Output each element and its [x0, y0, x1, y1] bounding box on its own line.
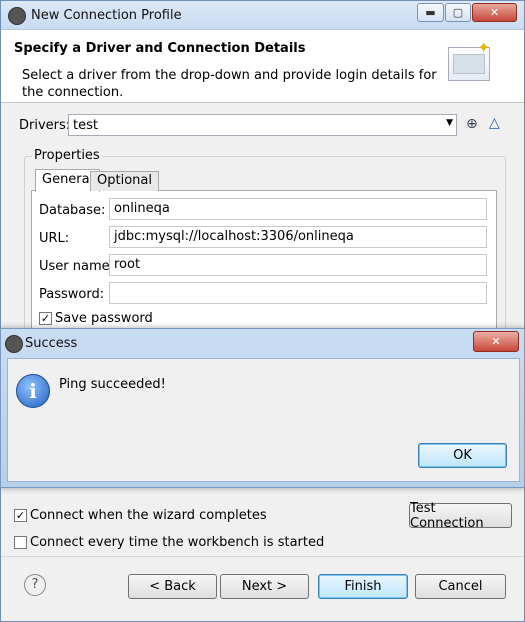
- drivers-label: Drivers:: [19, 118, 71, 133]
- url-field[interactable]: jdbc:mysql://localhost:3306/onlineqa: [109, 226, 487, 248]
- database-field[interactable]: onlineqa: [109, 198, 487, 220]
- close-button[interactable]: ✕: [472, 3, 517, 22]
- cancel-button[interactable]: Cancel: [415, 574, 506, 599]
- dialog-title-bar[interactable]: Success ✕: [1, 329, 524, 357]
- save-password-label: Save password: [55, 311, 153, 326]
- connect-on-complete-checkbox[interactable]: ✓: [14, 509, 27, 522]
- new-driver-icon[interactable]: ⊕: [466, 116, 478, 132]
- footer-divider: [1, 556, 524, 557]
- back-button[interactable]: < Back: [128, 574, 217, 599]
- maximize-button[interactable]: ▢: [445, 3, 471, 22]
- wizard-title: Specify a Driver and Connection Details: [14, 41, 306, 56]
- finish-button[interactable]: Finish: [318, 574, 408, 599]
- database-label: Database:: [39, 203, 106, 218]
- username-label: User name:: [39, 259, 115, 274]
- save-password-checkbox[interactable]: ✓: [39, 312, 52, 325]
- drivers-dropdown[interactable]: test ▼: [68, 114, 457, 136]
- ok-button[interactable]: OK: [418, 443, 507, 468]
- drivers-selected: test: [73, 118, 98, 133]
- connect-on-complete-label: Connect when the wizard completes: [30, 508, 267, 523]
- tab-optional[interactable]: Optional: [90, 171, 159, 191]
- username-field[interactable]: root: [109, 254, 487, 276]
- edit-driver-icon[interactable]: △: [489, 115, 500, 131]
- dialog-close-button[interactable]: ✕: [473, 331, 519, 352]
- connect-on-start-checkbox[interactable]: [14, 536, 27, 549]
- success-dialog: Success ✕ i Ping succeeded! OK: [0, 328, 525, 488]
- password-field[interactable]: [109, 282, 487, 304]
- wizard-description: Select a driver from the drop-down and p…: [22, 68, 437, 100]
- dialog-body: i Ping succeeded! OK: [7, 358, 520, 482]
- info-icon: i: [16, 374, 50, 408]
- minimize-button[interactable]: ▬: [417, 3, 444, 22]
- new-connection-profile-window: New Connection Profile ▬ ▢ ✕ Specify a D…: [0, 0, 525, 622]
- dialog-message: Ping succeeded!: [59, 377, 166, 392]
- app-icon: [8, 7, 26, 25]
- wizard-header: Specify a Driver and Connection Details …: [1, 30, 524, 103]
- chevron-down-icon: ▼: [446, 118, 453, 128]
- dialog-title: Success: [25, 336, 78, 351]
- password-label: Password:: [39, 287, 105, 302]
- window-title: New Connection Profile: [31, 8, 182, 23]
- connect-on-start-label: Connect every time the workbench is star…: [30, 535, 325, 550]
- sparkle-icon: ✦: [477, 38, 491, 57]
- help-icon[interactable]: ?: [24, 574, 46, 596]
- dialog-app-icon: [5, 335, 23, 353]
- window-title-bar[interactable]: New Connection Profile ▬ ▢ ✕: [1, 1, 524, 30]
- url-label: URL:: [39, 231, 70, 246]
- next-button[interactable]: Next >: [220, 574, 309, 599]
- test-connection-button[interactable]: Test Connection: [409, 501, 512, 531]
- properties-group-label: Properties: [32, 148, 102, 163]
